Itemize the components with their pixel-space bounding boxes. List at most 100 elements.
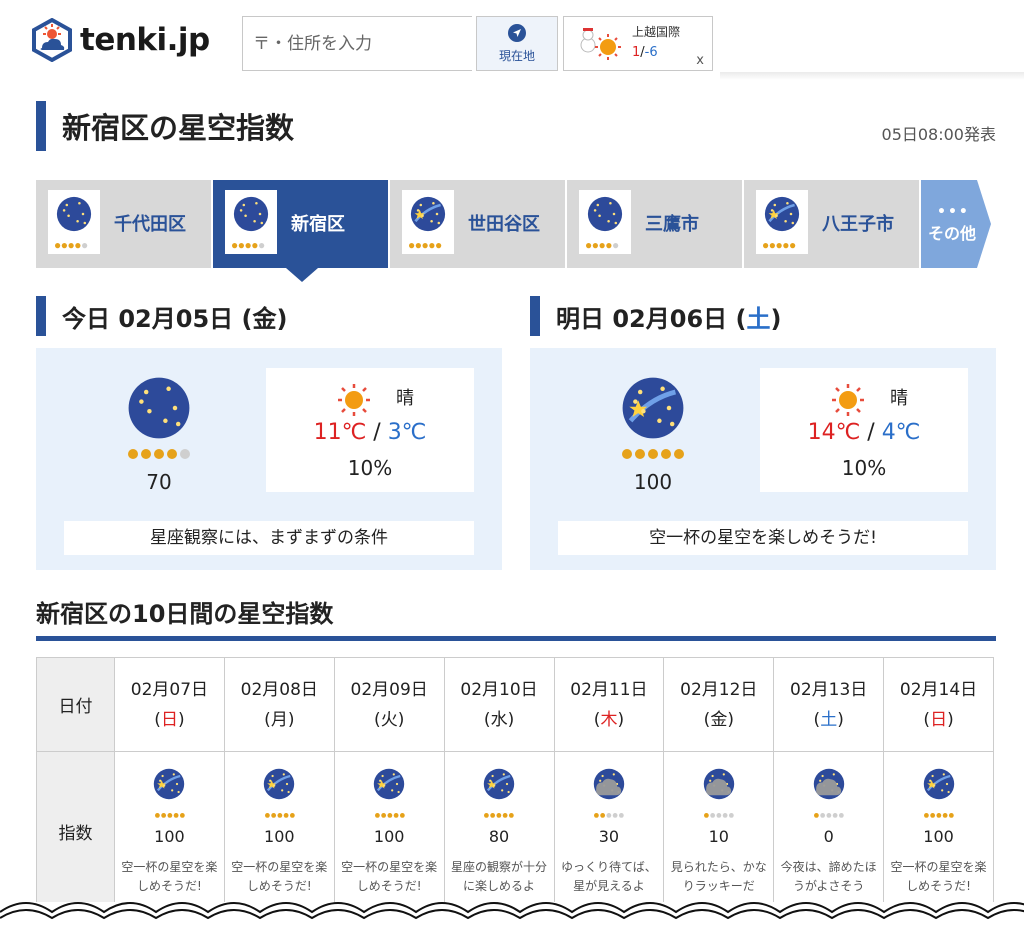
tab-index-icon-box bbox=[225, 190, 277, 254]
index-cell: 0 今夜は、諦めたほうがよさそう bbox=[773, 751, 885, 912]
tab-index-icon-box bbox=[48, 190, 100, 254]
level-dot-on bbox=[509, 813, 515, 819]
level-dot-on bbox=[380, 813, 386, 819]
level-dot-on bbox=[283, 813, 289, 819]
tab-level-dots bbox=[232, 243, 265, 249]
date-text: 02月10日 bbox=[460, 679, 538, 700]
address-search-input[interactable] bbox=[243, 17, 482, 70]
index-cell: 100 空一杯の星空を楽しめそうだ! bbox=[883, 751, 994, 912]
more-dots-icon: ••• bbox=[937, 204, 970, 220]
level-dot-on bbox=[252, 243, 258, 249]
close-recent-button[interactable]: x bbox=[696, 53, 704, 68]
date-cell: 02月13日 (土) bbox=[773, 657, 885, 752]
level-dot-on bbox=[783, 243, 789, 249]
level-dot-on bbox=[289, 813, 295, 819]
level-dot-off bbox=[259, 243, 265, 249]
date-cell: 02月08日 (月) bbox=[223, 657, 335, 752]
today-level-dots bbox=[127, 449, 190, 459]
area-tab[interactable]: 八王子市 bbox=[744, 180, 919, 268]
index-row: 指数 100 空一杯の星空を楽しめそうだ! 100 空一杯の星空を楽しめそうだ!… bbox=[36, 751, 994, 912]
level-dot-on bbox=[930, 813, 936, 819]
tomorrow-lo-temp: 4℃ bbox=[881, 420, 921, 445]
level-dot-on bbox=[660, 449, 671, 459]
logo[interactable]: tenki.jp bbox=[30, 18, 210, 62]
level-dot-on bbox=[673, 449, 684, 459]
index-score: 100 bbox=[373, 827, 405, 846]
search-box: 検索 bbox=[242, 16, 499, 71]
weekday-text: (日) bbox=[154, 709, 185, 730]
cloudy-moon-icon bbox=[813, 768, 844, 800]
tab-level-dots bbox=[586, 243, 619, 249]
index-level-dots bbox=[814, 813, 844, 819]
level-dot-on bbox=[154, 813, 160, 819]
level-dot-on bbox=[161, 813, 166, 819]
tomorrow-index: 100 bbox=[608, 376, 698, 494]
level-dot-on bbox=[436, 243, 442, 249]
today-index: 70 bbox=[114, 376, 204, 494]
weekday-char: 日 bbox=[930, 709, 948, 730]
weekday-char: 水 bbox=[490, 709, 508, 730]
weekday-text: (金) bbox=[703, 709, 734, 730]
level-dot-on bbox=[179, 813, 185, 819]
weekday-text: (日) bbox=[923, 709, 954, 730]
more-areas-tab[interactable]: ••• その他 bbox=[921, 180, 991, 268]
date-text: 02月07日 bbox=[130, 679, 209, 700]
level-dot-on bbox=[594, 813, 600, 819]
shooting-star-moon-icon bbox=[373, 768, 405, 800]
area-tab[interactable]: 千代田区 bbox=[36, 180, 211, 268]
index-level-dots bbox=[484, 813, 515, 819]
today-index-score: 70 bbox=[146, 470, 172, 494]
area-tab[interactable]: 世田谷区 bbox=[390, 180, 565, 268]
shooting-star-moon-icon bbox=[483, 768, 515, 800]
level-dot-on bbox=[264, 813, 270, 819]
today-heading: 今日 02月05日 (金) bbox=[36, 296, 287, 336]
published-time: 05日08:00発表 bbox=[881, 125, 996, 144]
today-paren: ) bbox=[276, 304, 288, 333]
starry-moon-icon bbox=[587, 196, 623, 232]
tab-index-icon-box bbox=[579, 190, 631, 254]
area-tab-label: 八王子市 bbox=[822, 214, 894, 235]
recent-location-name: 上越国際 bbox=[632, 25, 681, 39]
area-tab[interactable]: 新宿区 bbox=[213, 180, 388, 282]
level-dot-off bbox=[826, 813, 832, 819]
level-dot-on bbox=[586, 243, 592, 249]
date-cell: 02月12日 (金) bbox=[663, 657, 775, 752]
tomorrow-hi-temp: 14℃ bbox=[807, 420, 861, 445]
today-weather-box: 晴 11℃ / 3℃ 10% bbox=[266, 368, 474, 492]
weekday-char: 火 bbox=[380, 709, 398, 730]
level-dot-on bbox=[127, 449, 138, 459]
level-dot-on bbox=[245, 243, 251, 249]
weekday-char: 木 bbox=[600, 709, 618, 730]
shooting-star-moon-icon bbox=[410, 196, 446, 232]
index-row-header: 指数 bbox=[36, 751, 115, 912]
level-dot-off bbox=[839, 813, 844, 819]
tomorrow-card: 100 晴 14℃ / 4℃ 10% 空一杯の星空を楽しめそうだ! bbox=[530, 348, 996, 570]
index-score: 0 bbox=[823, 827, 834, 846]
level-dot-off bbox=[832, 813, 838, 819]
level-dot-on bbox=[496, 813, 502, 819]
location-arrow-icon bbox=[508, 24, 526, 42]
level-dot-on bbox=[942, 813, 948, 819]
ten-day-rule bbox=[36, 636, 996, 641]
level-dot-on bbox=[167, 813, 173, 819]
area-tab[interactable]: 三鷹市 bbox=[567, 180, 742, 268]
date-text: 02月09日 bbox=[350, 679, 428, 700]
cloudy-moon-icon bbox=[703, 768, 735, 800]
index-cell: 100 空一杯の星空を楽しめそうだ! bbox=[333, 751, 445, 912]
weekday-char: 日 bbox=[160, 709, 178, 730]
level-dot-on bbox=[763, 243, 769, 249]
index-level-dots bbox=[264, 813, 295, 819]
area-tabs: 千代田区 新宿区 世田谷区 三鷹市 八王子市 ••• その他 bbox=[36, 180, 996, 282]
recent-location-card[interactable]: 上越国際 1/-6 x bbox=[563, 16, 713, 71]
tab-index-icon-box bbox=[402, 190, 454, 254]
level-dot-on bbox=[599, 243, 605, 249]
level-dot-on bbox=[484, 813, 490, 819]
date-cell: 02月11日 (木) bbox=[553, 657, 665, 752]
level-dot-on bbox=[790, 243, 796, 249]
level-dot-on bbox=[415, 243, 421, 249]
area-tab-label: 千代田区 bbox=[114, 214, 186, 235]
tab-index-icon-box bbox=[756, 190, 808, 254]
tomorrow-temp-sep: / bbox=[860, 420, 882, 445]
current-location-button[interactable]: 現在地 bbox=[476, 16, 558, 71]
shooting-star-moon-icon bbox=[154, 768, 185, 800]
